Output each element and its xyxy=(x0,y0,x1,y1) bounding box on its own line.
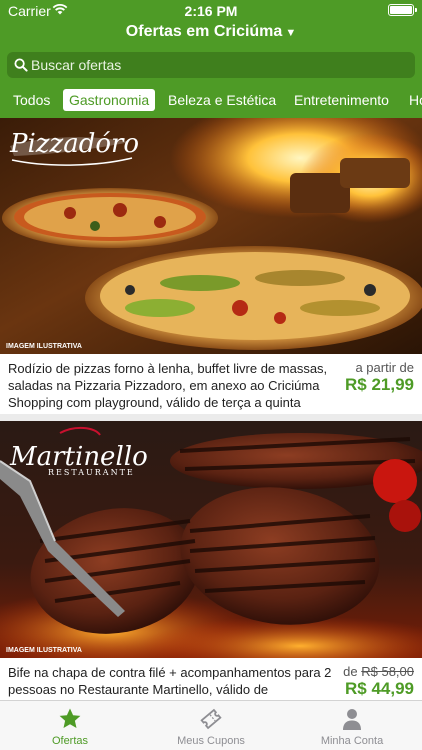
image-illustrative-note: IMAGEM ILUSTRATIVA xyxy=(6,647,82,654)
clock-time: 2:16 PM xyxy=(184,3,238,19)
offer-image-pizzadoro[interactable]: Pizzadóro IMAGEM ILUSTRATIVA xyxy=(0,118,422,354)
search-input[interactable] xyxy=(31,54,411,76)
offer-description[interactable]: Bife na chapa de contra filé + acompanha… xyxy=(8,664,338,698)
pizzadoro-logo: Pizzadóro xyxy=(9,129,139,159)
offer-price[interactable]: a partir de R$ 21,99 xyxy=(345,360,414,395)
tab-hotelaria[interactable]: Ho xyxy=(409,89,422,111)
tabbar-label: Minha Conta xyxy=(320,735,384,747)
price-value: R$ 44,99 xyxy=(345,679,414,698)
offer-description[interactable]: Rodízio de pizzas forno à lenha, buffet … xyxy=(8,360,338,411)
city-selector[interactable]: Ofertas em Criciúma ▼ xyxy=(0,23,422,45)
tab-gastronomia[interactable]: Gastronomia xyxy=(63,89,156,111)
tabbar-label: Meus Cupons xyxy=(177,735,245,747)
top-header: Carrier 2:16 PM Ofertas em Criciúma▼ Tod… xyxy=(0,0,422,118)
person-icon xyxy=(343,709,361,730)
ticket-icon xyxy=(200,708,222,730)
price-value: R$ 21,99 xyxy=(345,375,414,394)
tab-todos[interactable]: Todos xyxy=(13,89,50,111)
tabbar-ofertas[interactable]: Ofertas xyxy=(0,705,140,749)
price-prefix: de xyxy=(343,664,358,679)
tabbar-minha-conta[interactable]: Minha Conta xyxy=(282,705,422,749)
tabbar-meus-cupons[interactable]: Meus Cupons xyxy=(141,705,281,749)
tabbar-label: Ofertas xyxy=(51,735,89,747)
pizza-photo: Pizzadóro xyxy=(0,118,422,354)
price-prefix: a partir de xyxy=(355,360,414,375)
card-divider xyxy=(0,414,422,421)
old-price: R$ 58,00 xyxy=(361,664,414,679)
battery-icon xyxy=(388,4,417,16)
bottom-tab-bar: Ofertas Meus Cupons Minha Conta xyxy=(0,700,422,750)
category-tabs: Todos Gastronomia Beleza e Estética Entr… xyxy=(0,89,422,111)
tab-entretenimento[interactable]: Entretenimento xyxy=(294,89,389,111)
star-icon xyxy=(59,708,81,728)
page-title: Ofertas em Criciúma xyxy=(125,23,283,40)
chevron-down-icon: ▼ xyxy=(285,27,297,39)
offer-price[interactable]: de R$ 58,00 R$ 44,99 xyxy=(343,664,414,699)
tab-beleza-estetica[interactable]: Beleza e Estética xyxy=(168,89,276,111)
status-bar: Carrier 2:16 PM xyxy=(0,0,422,22)
price-prefix-old: de R$ 58,00 xyxy=(343,664,414,679)
search-bar[interactable] xyxy=(7,52,415,78)
martinello-logo-sub: RESTAURANTE xyxy=(48,468,135,477)
image-illustrative-note: IMAGEM ILUSTRATIVA xyxy=(6,343,82,350)
steak-photo: Martinello RESTAURANTE xyxy=(0,421,422,658)
search-icon xyxy=(14,58,28,72)
offer-image-martinello[interactable]: Martinello RESTAURANTE IMAGEM ILUSTRATIV… xyxy=(0,421,422,658)
